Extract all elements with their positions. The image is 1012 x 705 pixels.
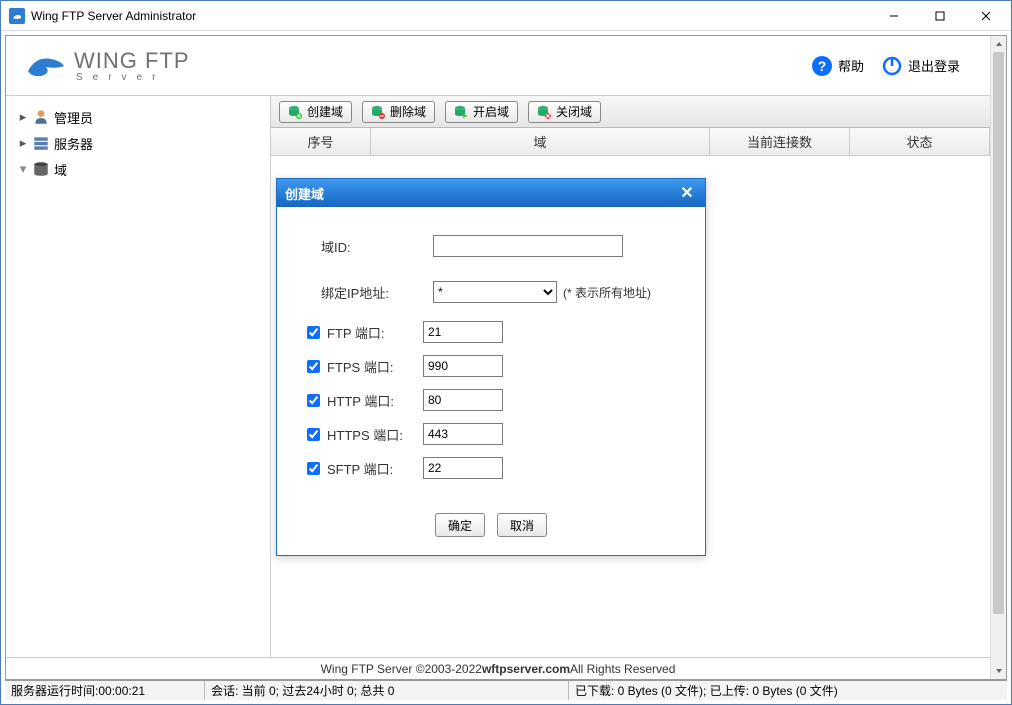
http-port-label: HTTP 端口: — [327, 391, 423, 410]
titlebar: Wing FTP Server Administrator — [1, 1, 1011, 31]
http-port-input[interactable] — [423, 389, 503, 411]
logo: WING FTP Server — [26, 48, 190, 83]
ftp-port-label: FTP 端口: — [327, 323, 423, 342]
toolbar: 创建域 删除域 开启域 — [271, 96, 990, 128]
sftp-checkbox[interactable] — [307, 462, 320, 475]
column-header-domain[interactable]: 域 — [371, 128, 710, 155]
copyright-prefix: Wing FTP Server ©2003-2022 — [321, 662, 482, 676]
logout-label: 退出登录 — [908, 56, 960, 75]
sidebar-item-label: 管理员 — [54, 108, 93, 127]
server-icon — [32, 135, 50, 151]
https-port-label: HTTPS 端口: — [327, 425, 423, 444]
stop-domain-button[interactable]: 关闭域 — [528, 101, 601, 123]
sftp-port-label: SFTP 端口: — [327, 459, 423, 478]
dialog-title-text: 创建域 — [285, 184, 324, 203]
chevron-right-icon: ▸ — [18, 135, 28, 151]
database-delete-icon — [371, 105, 385, 119]
help-label: 帮助 — [838, 56, 864, 75]
main-panel: 创建域 删除域 开启域 — [271, 96, 990, 657]
ftps-port-label: FTPS 端口: — [327, 357, 423, 376]
button-label: 开启域 — [473, 103, 509, 120]
help-icon: ? — [812, 56, 832, 76]
footer: Wing FTP Server ©2003-2022 wftpserver.co… — [6, 657, 990, 679]
sidebar: ▸ 管理员 ▸ 服务器 ▾ — [6, 96, 271, 657]
app-frame: WING FTP Server ? 帮助 退出登录 — [5, 35, 1007, 680]
user-icon — [32, 109, 50, 125]
grid-header: 序号 域 当前连接数 状态 — [271, 128, 990, 156]
sidebar-item-label: 服务器 — [54, 134, 93, 153]
bind-ip-hint: (* 表示所有地址) — [563, 284, 651, 301]
scroll-down-button[interactable] — [991, 663, 1006, 679]
status-transfer: 已下载: 0 Bytes (0 文件); 已上传: 0 Bytes (0 文件) — [569, 681, 1007, 700]
close-button[interactable] — [963, 2, 1009, 30]
chevron-right-icon: ▸ — [18, 109, 28, 125]
app-window: Wing FTP Server Administrator WING FTP S… — [0, 0, 1012, 705]
ftp-checkbox[interactable] — [307, 326, 320, 339]
http-checkbox[interactable] — [307, 394, 320, 407]
app-body: WING FTP Server ? 帮助 退出登录 — [1, 31, 1011, 704]
database-stop-icon — [537, 105, 551, 119]
column-header-index[interactable]: 序号 — [271, 128, 371, 155]
copyright-suffix: All Rights Reserved — [570, 662, 675, 676]
dialog-body: 域ID: 绑定IP地址: * (* 表示所有地址) — [277, 207, 705, 555]
logout-link[interactable]: 退出登录 — [882, 56, 960, 76]
logo-icon — [26, 51, 66, 81]
window-title: Wing FTP Server Administrator — [31, 9, 871, 23]
domain-id-input[interactable] — [433, 235, 623, 257]
create-domain-button[interactable]: 创建域 — [279, 101, 352, 123]
scroll-track[interactable] — [991, 52, 1006, 663]
header: WING FTP Server ? 帮助 退出登录 — [6, 36, 990, 96]
cancel-button[interactable]: 取消 — [497, 513, 547, 537]
logout-icon — [882, 56, 902, 76]
vertical-scrollbar[interactable] — [990, 36, 1006, 679]
button-label: 关闭域 — [556, 103, 592, 120]
sidebar-item-server[interactable]: ▸ 服务器 — [18, 130, 258, 156]
scroll-thumb[interactable] — [993, 52, 1004, 614]
start-domain-button[interactable]: 开启域 — [445, 101, 518, 123]
ftps-checkbox[interactable] — [307, 360, 320, 373]
content-area: ▸ 管理员 ▸ 服务器 ▾ — [6, 96, 990, 657]
logo-text-main: WING FTP — [74, 48, 190, 74]
sidebar-item-domain[interactable]: ▾ 域 — [18, 156, 258, 182]
footer-link[interactable]: wftpserver.com — [482, 662, 570, 676]
create-domain-dialog: 创建域 ✕ 域ID: — [276, 178, 706, 556]
ok-button[interactable]: 确定 — [435, 513, 485, 537]
maximize-button[interactable] — [917, 2, 963, 30]
bind-ip-label: 绑定IP地址: — [321, 283, 433, 302]
database-add-icon — [288, 105, 302, 119]
ftp-port-input[interactable] — [423, 321, 503, 343]
domain-icon — [32, 161, 50, 177]
sftp-port-input[interactable] — [423, 457, 503, 479]
sidebar-item-admin[interactable]: ▸ 管理员 — [18, 104, 258, 130]
database-start-icon — [454, 105, 468, 119]
button-label: 删除域 — [390, 103, 426, 120]
bind-ip-select[interactable]: * — [433, 281, 557, 303]
column-header-connections[interactable]: 当前连接数 — [710, 128, 850, 155]
scroll-up-button[interactable] — [991, 36, 1006, 52]
grid-body: 创建域 ✕ 域ID: — [271, 156, 990, 657]
button-label: 创建域 — [307, 103, 343, 120]
sidebar-item-label: 域 — [54, 160, 67, 179]
dialog-titlebar[interactable]: 创建域 ✕ — [277, 179, 705, 207]
delete-domain-button[interactable]: 删除域 — [362, 101, 435, 123]
help-link[interactable]: ? 帮助 — [812, 56, 864, 76]
domain-id-label: 域ID: — [321, 237, 433, 256]
https-checkbox[interactable] — [307, 428, 320, 441]
status-uptime: 服务器运行时间: 00:00:21 — [5, 681, 205, 700]
https-port-input[interactable] — [423, 423, 503, 445]
column-header-status[interactable]: 状态 — [850, 128, 990, 155]
minimize-button[interactable] — [871, 2, 917, 30]
status-sessions: 会话: 当前 0; 过去24小时 0; 总共 0 — [205, 681, 569, 700]
ftps-port-input[interactable] — [423, 355, 503, 377]
chevron-down-icon: ▾ — [18, 161, 28, 177]
dialog-close-button[interactable]: ✕ — [677, 183, 697, 203]
window-controls — [871, 2, 1009, 30]
app-icon — [9, 8, 25, 24]
statusbar: 服务器运行时间: 00:00:21 会话: 当前 0; 过去24小时 0; 总共… — [5, 680, 1007, 700]
